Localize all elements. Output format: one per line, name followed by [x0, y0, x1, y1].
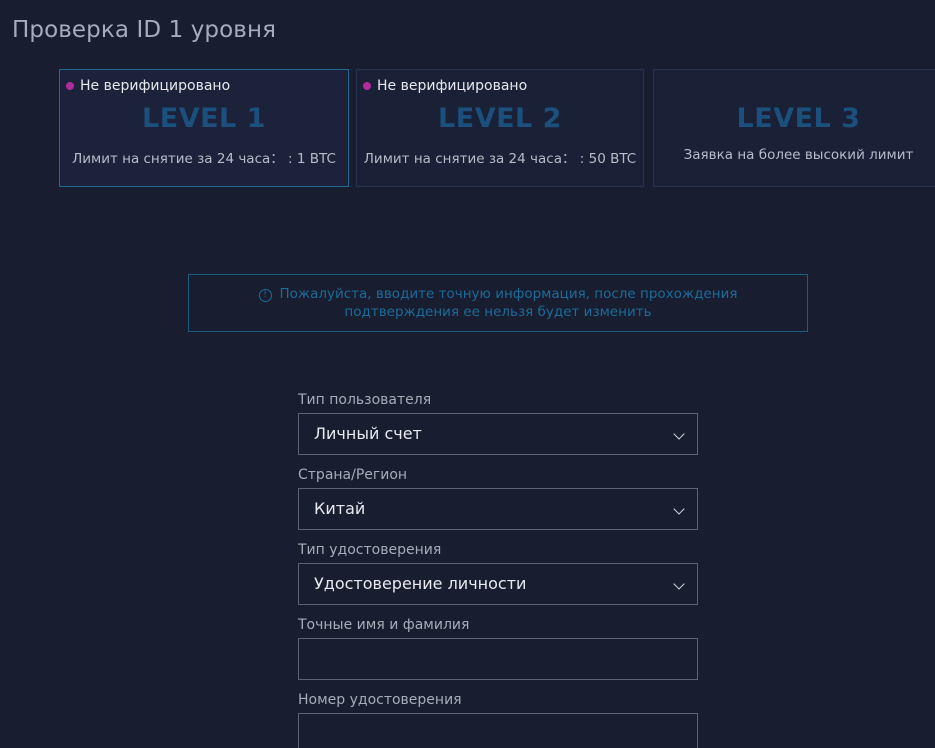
user-type-label: Тип пользователя [298, 392, 432, 408]
notice-text: ! Пожалуйста, вводите точную информация, … [258, 285, 738, 321]
level-name: LEVEL 2 [438, 103, 562, 134]
id-number-input[interactable] [298, 713, 698, 748]
level-cards: Не верифицировано LEVEL 1 Лимит на сняти… [59, 69, 935, 189]
country-field: Страна/Регион Китай [298, 465, 698, 540]
full-name-input[interactable] [298, 638, 698, 680]
level-card-3[interactable]: LEVEL 3 Заявка на более высокий лимит [653, 69, 935, 187]
user-type-select[interactable]: Личный счет [298, 413, 698, 455]
chevron-down-icon [673, 578, 685, 590]
id-number-field: Номер удостоверения [298, 690, 698, 748]
notice-banner: ! Пожалуйста, вводите точную информация, … [188, 274, 808, 332]
level-limit: Заявка на более высокий лимит [683, 147, 914, 163]
id-type-field: Тип удостоверения Удостоверение личности [298, 540, 698, 615]
page-title: Проверка ID 1 уровня [12, 17, 277, 43]
verification-form: Тип пользователя Личный счет Страна/Реги… [298, 390, 698, 748]
id-type-label: Тип удостоверения [298, 542, 442, 558]
user-type-value: Личный счет [314, 424, 422, 443]
level-name: LEVEL 1 [142, 103, 266, 134]
level-limit: Лимит на снятие за 24 часа： : 1 BTC [72, 151, 336, 167]
info-icon: ! [258, 289, 272, 302]
level-card-2[interactable]: Не верифицировано LEVEL 2 Лимит на сняти… [356, 69, 644, 187]
status-dot [363, 82, 371, 90]
level-card-1[interactable]: Не верифицировано LEVEL 1 Лимит на сняти… [59, 69, 349, 187]
status-dot [66, 82, 74, 90]
country-select[interactable]: Китай [298, 488, 698, 530]
country-value: Китай [314, 499, 366, 518]
id-type-select[interactable]: Удостоверение личности [298, 563, 698, 605]
notice-line-1: Пожалуйста, вводите точную информация, п… [279, 286, 738, 302]
status-badge: Не верифицировано [66, 78, 230, 94]
level-name: LEVEL 3 [736, 103, 861, 134]
full-name-field: Точные имя и фамилия [298, 615, 698, 690]
status-text: Не верифицировано [377, 78, 528, 94]
id-type-value: Удостоверение личности [314, 574, 527, 593]
chevron-down-icon [673, 428, 685, 440]
level-limit: Лимит на снятие за 24 часа： : 50 BTC [363, 151, 637, 167]
country-label: Страна/Регион [298, 467, 408, 483]
notice-line-2: подтверждения ее нельзя будет изменить [344, 304, 652, 320]
chevron-down-icon [673, 503, 685, 515]
status-badge: Не верифицировано [363, 78, 527, 94]
status-text: Не верифицировано [80, 78, 231, 94]
verification-page: Проверка ID 1 уровня Не верифицировано L… [0, 0, 935, 748]
user-type-field: Тип пользователя Личный счет [298, 390, 698, 465]
full-name-label: Точные имя и фамилия [298, 617, 470, 633]
id-number-label: Номер удостоверения [298, 692, 462, 708]
